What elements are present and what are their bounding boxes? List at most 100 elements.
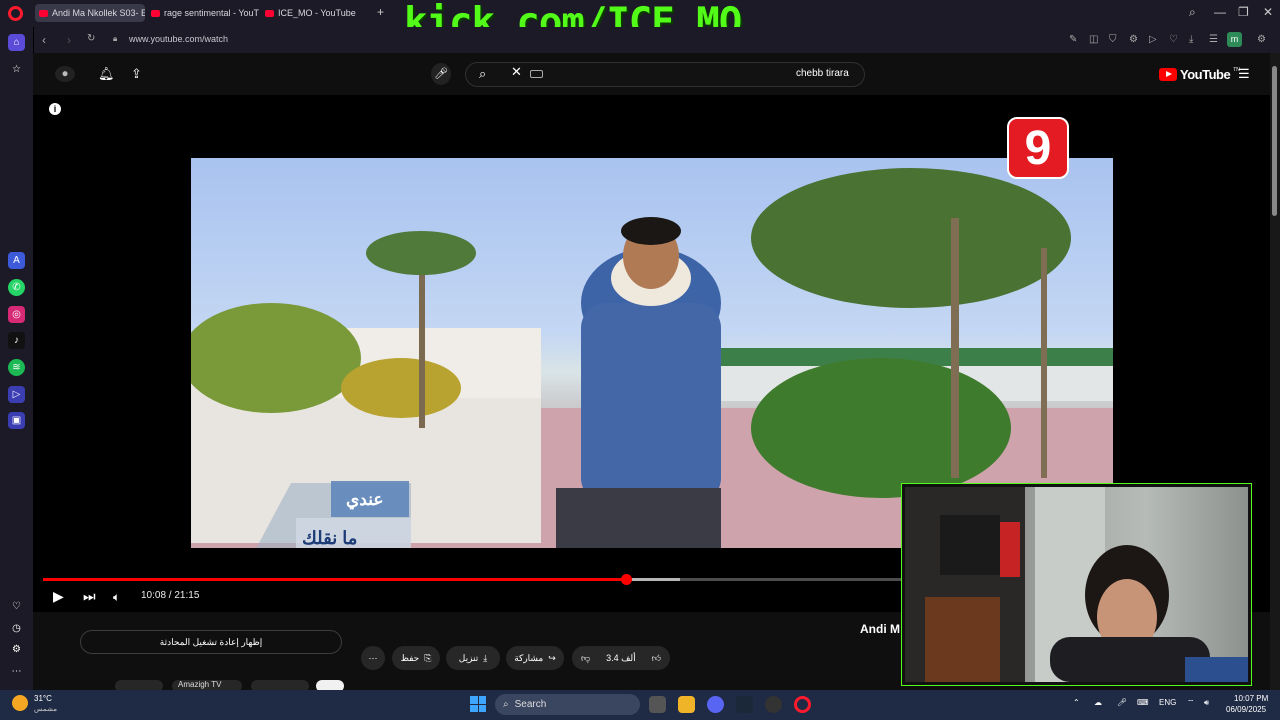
profile-avatar[interactable]: m [1227,32,1242,47]
download-icon[interactable]: ⤓ [1189,34,1193,45]
play-button[interactable]: ▶ [53,588,64,605]
voice-search-mic-icon[interactable]: 🎤︎ [431,63,451,85]
sidebar-twitch-icon[interactable]: ▣ [8,412,25,429]
tray-overflow-icon[interactable]: ⌃ [1073,698,1080,707]
opera-logo-icon[interactable] [8,6,23,21]
send-icon[interactable]: ▷ [1149,34,1157,45]
discord-icon[interactable] [707,696,724,713]
clock-time[interactable]: 10:07 PM [1234,694,1268,703]
lock-icon: 🔒︎ [113,34,118,43]
save-label: حفظ [400,652,420,663]
maximize-button[interactable]: ❐ [1238,5,1249,19]
youtube-favicon-icon [39,9,48,17]
opera-taskbar-icon[interactable] [794,696,811,713]
volume-icon[interactable]: 🔈︎ [113,590,120,605]
youtube-play-logo-icon [1159,68,1177,81]
more-actions-button[interactable]: ⋯ [361,646,385,670]
channel-9-badge: 9 [1007,117,1069,179]
search-icon[interactable]: ⌕ [479,66,486,82]
language-indicator[interactable]: ENG [1159,698,1176,707]
progress-scrubber-handle[interactable] [620,574,632,585]
windows-taskbar [0,690,1280,720]
heart-icon[interactable]: ♡ [1169,34,1178,45]
like-icon[interactable]: 👍︎ [652,653,661,664]
sidebar-more-icon[interactable]: ⋯ [8,663,25,680]
progress-played [43,578,626,581]
reload-button[interactable]: ↻ [87,33,95,44]
task-view-icon[interactable] [649,696,666,713]
url-field[interactable]: www.youtube.com/watch [129,34,228,44]
share-button[interactable]: مشاركة ↪ [506,646,564,670]
new-tab-button[interactable]: + [377,5,384,19]
taskbar-search-label: Search [514,699,547,710]
account-avatar[interactable]: ⬤ [55,66,75,82]
sidebar-heart-icon[interactable]: ♡ [8,598,25,615]
create-upload-icon[interactable]: ⇪ [131,66,142,82]
sidebar-whatsapp-icon[interactable]: ✆ [8,279,25,296]
file-explorer-icon[interactable] [678,696,695,713]
save-button[interactable]: حفظ ⎘ [392,646,440,670]
edit-icon[interactable]: ✎ [1069,34,1077,45]
clear-search-icon[interactable]: ✕ [511,64,522,80]
menu-icon[interactable]: ☰ [1209,34,1218,45]
onedrive-icon[interactable]: ☁ [1094,698,1102,707]
weather-description: مشمس [34,706,57,713]
dislike-icon[interactable]: 👎︎ [581,653,590,664]
like-dislike-group: 👎︎ 3.4 ألف 👍︎ [572,646,670,670]
tab-label: rage sentimental - YouTub [164,8,259,18]
keyboard-tray-icon[interactable]: ⌨ [1137,698,1149,707]
download-icon: ⤓ [483,652,488,663]
browser-search-icon[interactable]: ⌕ [1189,5,1196,20]
sidebar-tiktok-icon[interactable]: ♪ [8,332,25,349]
sidebar-aria-icon[interactable]: A [8,252,25,269]
sidebar-spotify-icon[interactable]: ≋ [8,359,25,376]
download-button[interactable]: تنزيل ⤓ [446,646,500,670]
tab-andi-ma-nkollek[interactable]: Andi Ma Nkollek S03- Ep [35,4,145,22]
show-chat-replay-button[interactable]: إظهار إعادة تشغيل المحادثة [80,630,342,654]
sidebar-settings-icon[interactable]: ⚙ [8,641,25,658]
tab-ice-mo[interactable]: ICE_MO - YouTube [261,4,371,22]
youtube-favicon-icon [151,9,160,17]
start-tile [470,696,478,704]
keyboard-icon[interactable] [530,70,543,78]
easy-setup-icon[interactable]: ⚙ [1257,34,1266,45]
notifications-bell-icon[interactable]: 🔔︎ [98,66,115,82]
sidebar-instagram-icon[interactable]: ◎ [8,306,25,323]
camera-icon[interactable]: ◫ [1089,34,1098,45]
sidebar-player-icon[interactable]: ▷ [8,386,25,403]
weather-temp[interactable]: 31°C [34,694,52,703]
guide-menu-icon[interactable]: ☰ [1238,66,1250,82]
wifi-icon[interactable]: ⌔ [1187,698,1195,708]
video-caption-line-2: ما نقلك [302,528,358,548]
sidebar-home-icon[interactable]: ⌂ [8,34,25,51]
share-label: مشاركة [514,652,544,663]
tab-rage-sentimental[interactable]: rage sentimental - YouTub [147,4,259,22]
obs-icon[interactable] [765,696,782,713]
volume-tray-icon[interactable]: 🔊︎ [1204,698,1209,708]
scrollbar-thumb[interactable] [1272,66,1277,216]
clock-date: 06/09/2025 [1226,705,1267,714]
start-tile [470,704,478,712]
sidebar-pinboard-icon[interactable]: ☆ [8,61,25,78]
start-tile [478,704,486,712]
shield-icon[interactable]: ⛉ [1109,34,1117,45]
minimize-button[interactable]: — [1214,5,1226,19]
info-icon[interactable]: i [49,103,61,115]
close-window-button[interactable]: ✕ [1263,5,1273,19]
forward-button[interactable]: › [67,33,71,47]
bookmark-icon: ⎘ [424,652,432,663]
mic-tray-icon[interactable]: 🎤︎ [1117,698,1127,707]
weather-sun-icon[interactable] [12,695,28,711]
extension-icon[interactable]: ⚙ [1129,34,1138,45]
sidebar-history-icon[interactable]: ◷ [8,620,25,637]
steam-icon[interactable] [736,696,753,713]
youtube-logo[interactable]: YouTube TN [1159,67,1240,82]
download-label: تنزيل [458,652,479,663]
taskbar-search-box[interactable]: ⌕ Search [495,694,640,715]
back-button[interactable]: ‹ [42,33,46,47]
start-tile [478,696,486,704]
windows-start-icon[interactable] [470,696,486,712]
next-button[interactable]: ⏭ [83,588,96,605]
taskbar-search-icon: ⌕ [503,699,509,710]
webcam-scene [905,487,1248,682]
